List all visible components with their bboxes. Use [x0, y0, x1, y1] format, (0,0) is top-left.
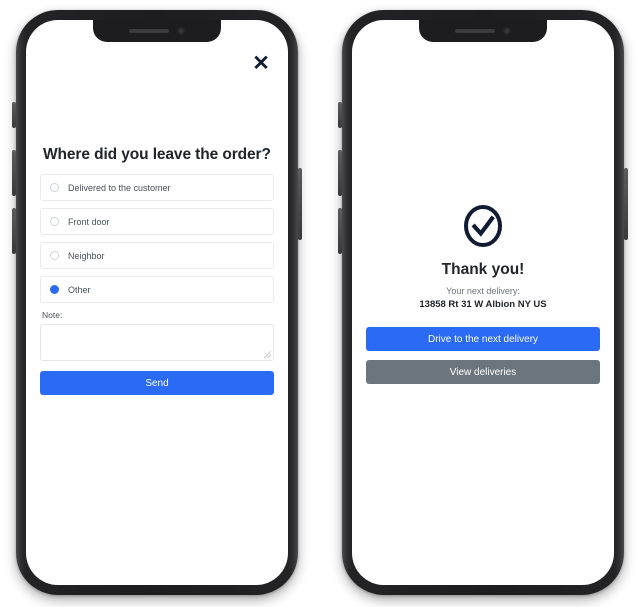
send-button[interactable]: Send: [40, 371, 274, 395]
check-circle-icon: [461, 202, 505, 250]
radio-option-label: Front door: [68, 216, 110, 227]
close-icon[interactable]: ✕: [248, 50, 274, 76]
radio-circle-filled-icon: [50, 285, 59, 294]
next-delivery-label: Your next delivery:: [446, 286, 520, 296]
radio-option-label: Other: [68, 284, 91, 295]
next-delivery-address: 13858 Rt 31 W Albion NY US: [419, 299, 547, 310]
mute-switch-left[interactable]: [12, 102, 16, 128]
radio-option-label: Neighbor: [68, 250, 105, 261]
volume-down-button-left[interactable]: [12, 208, 16, 254]
screen-right: Thank you! Your next delivery: 13858 Rt …: [352, 20, 614, 585]
view-deliveries-button[interactable]: View deliveries: [366, 360, 600, 384]
radio-circle-icon: [50, 217, 59, 226]
volume-down-button-right[interactable]: [338, 208, 342, 254]
notch-left: [93, 20, 221, 42]
radio-option-front-door[interactable]: Front door: [40, 208, 274, 235]
power-button-left[interactable]: [298, 168, 302, 240]
radio-option-delivered-to-the-customer[interactable]: Delivered to the customer: [40, 174, 274, 201]
power-button-right[interactable]: [624, 168, 628, 240]
notch-right: [419, 20, 547, 42]
note-label: Note:: [42, 310, 63, 320]
earpiece-speaker-icon: [129, 29, 169, 33]
radio-option-neighbor[interactable]: Neighbor: [40, 242, 274, 269]
front-camera-icon: [503, 27, 511, 35]
radio-option-other[interactable]: Other: [40, 276, 274, 303]
delivery-confirmation: Thank you! Your next delivery: 13858 Rt …: [352, 20, 614, 585]
mute-switch-right[interactable]: [338, 102, 342, 128]
radio-circle-icon: [50, 251, 59, 260]
note-input[interactable]: [40, 324, 274, 361]
confirmation-title: Thank you!: [441, 261, 525, 278]
screen-left: ✕ Where did you leave the order? Deliver…: [26, 20, 288, 585]
radio-circle-icon: [50, 183, 59, 192]
delivery-location-radio-group: Delivered to the customer Front door Nei…: [40, 174, 274, 303]
screenshot-stage: ✕ Where did you leave the order? Deliver…: [0, 0, 640, 607]
radio-option-label: Delivered to the customer: [68, 182, 171, 193]
volume-up-button-left[interactable]: [12, 150, 16, 196]
front-camera-icon: [177, 27, 185, 35]
volume-up-button-right[interactable]: [338, 150, 342, 196]
drive-to-next-delivery-button[interactable]: Drive to the next delivery: [366, 327, 600, 351]
page-title: Where did you leave the order?: [43, 146, 271, 163]
leave-order-form: ✕ Where did you leave the order? Deliver…: [26, 20, 288, 585]
phone-left: ✕ Where did you leave the order? Deliver…: [6, 6, 308, 601]
phone-right: Thank you! Your next delivery: 13858 Rt …: [332, 6, 634, 601]
earpiece-speaker-icon: [455, 29, 495, 33]
